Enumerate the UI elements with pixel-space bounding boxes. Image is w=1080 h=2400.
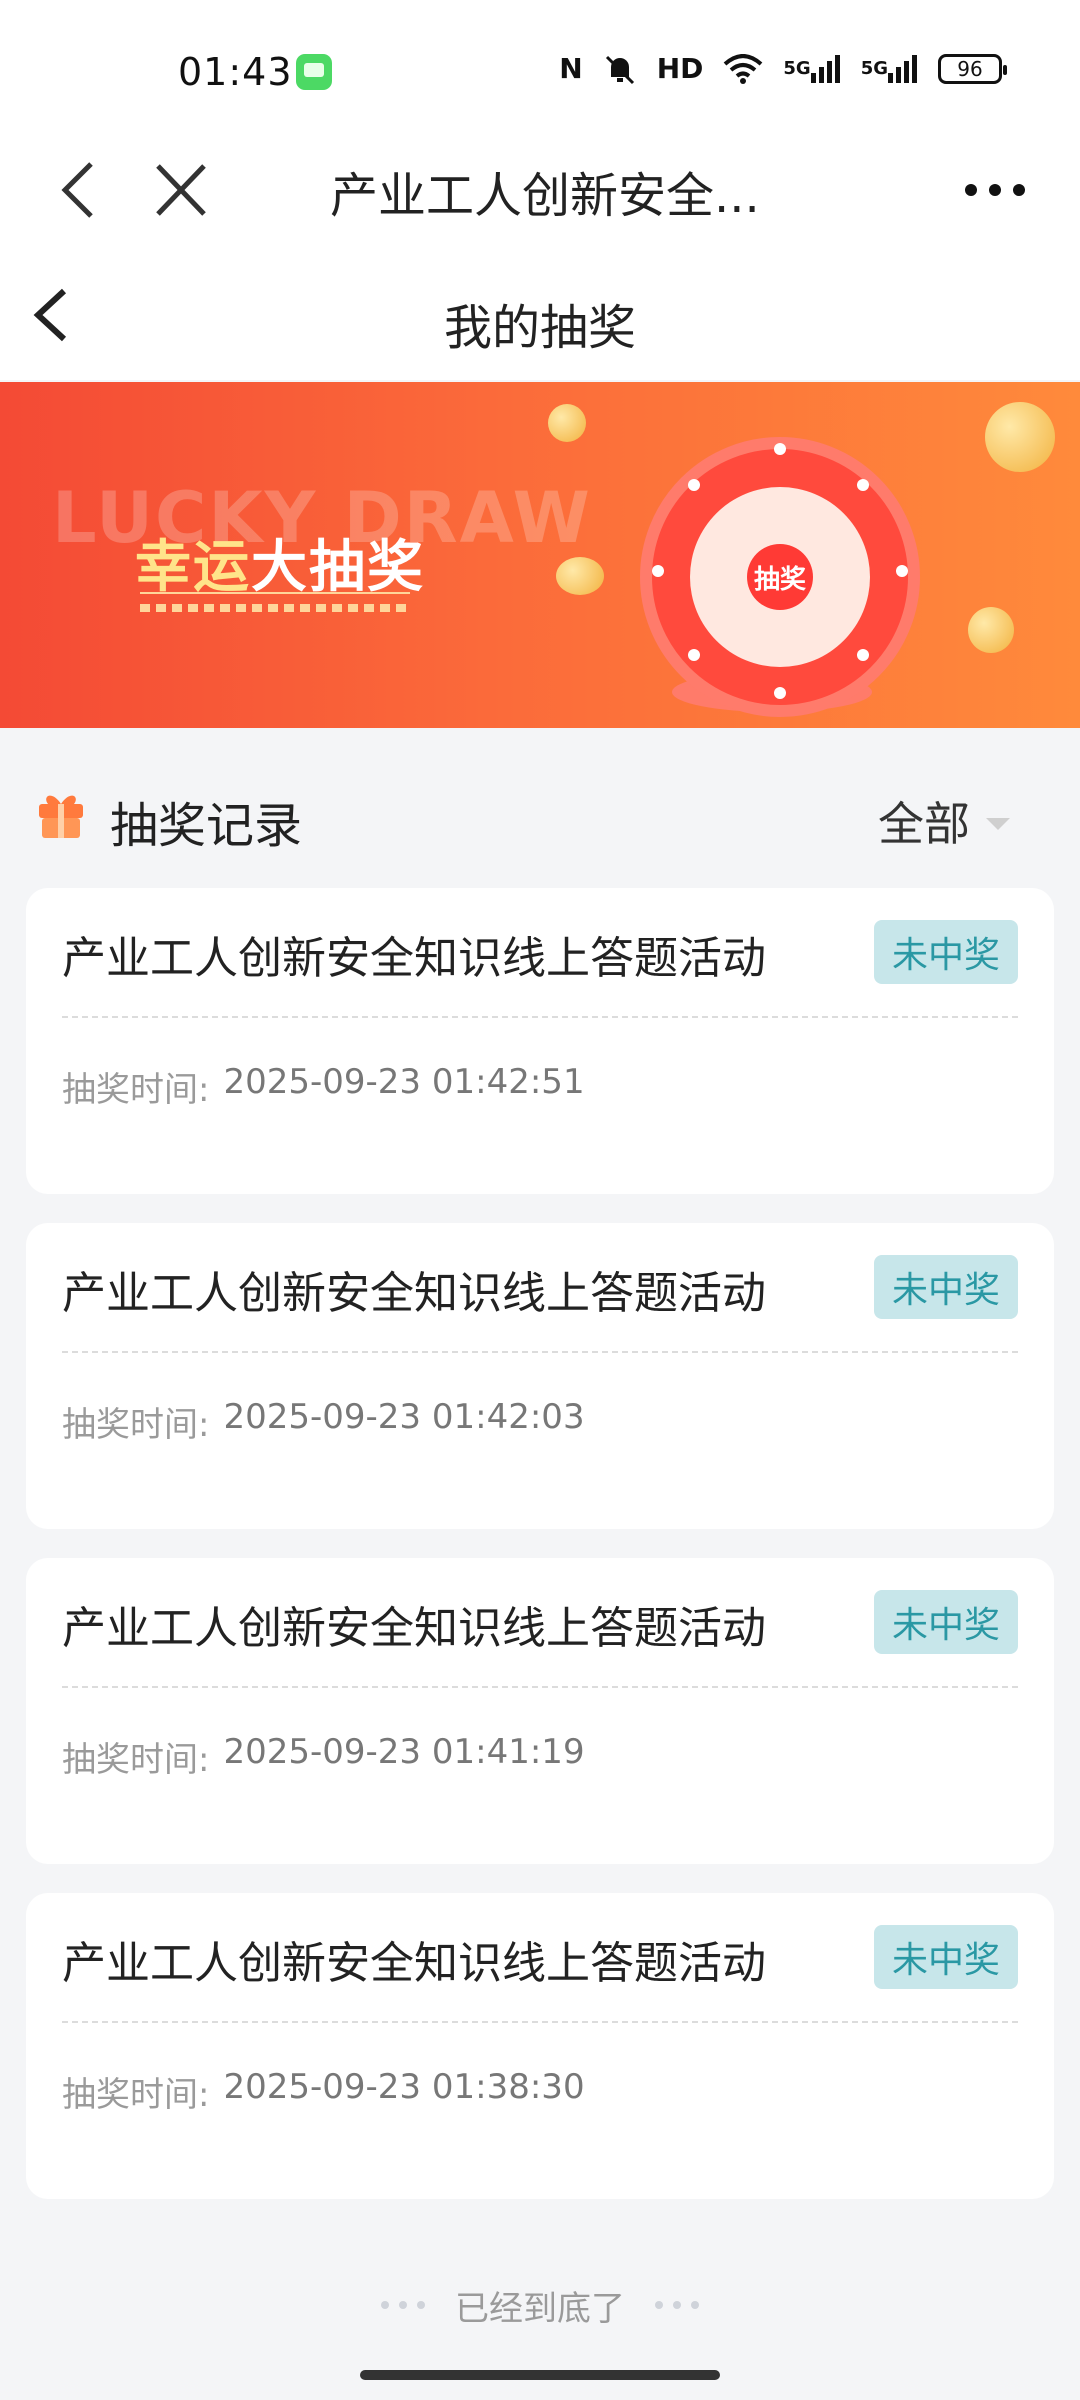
record-time-label: 抽奖时间: <box>62 2075 210 2115</box>
page-title: 我的抽奖 <box>443 300 636 356</box>
status-indicators: N HD 5G 5G 96 <box>559 52 1007 85</box>
home-indicator[interactable] <box>360 2370 720 2380</box>
banner-dashes <box>140 604 410 612</box>
filter-selected: 全部 <box>878 797 970 851</box>
more-dot <box>965 184 977 196</box>
records-title: 抽奖记录 <box>110 798 303 854</box>
status-badge: 未中奖 <box>874 1590 1018 1654</box>
record-card[interactable]: 产业工人创新安全知识线上答题活动 未中奖 抽奖时间: 2025-09-23 01… <box>26 1558 1054 1864</box>
wheel-bulb <box>774 687 786 699</box>
coin-icon <box>548 404 586 442</box>
card-divider <box>62 2021 1018 2023</box>
page: 01:43 N HD 5G 5G 96 产业工人创新安全... 我的抽奖 LUC… <box>0 0 1080 2400</box>
wheel-bulb <box>774 443 786 455</box>
signal-5g-icon: 5G <box>783 54 840 83</box>
close-icon[interactable] <box>152 160 210 220</box>
browser-title: 产业工人创新安全... <box>330 168 760 224</box>
gift-icon <box>36 788 86 840</box>
record-time: 2025-09-23 01:41:19 <box>223 1732 585 1772</box>
record-title: 产业工人创新安全知识线上答题活动 <box>62 1268 766 1319</box>
card-divider <box>62 1351 1018 1353</box>
record-time-row: 抽奖时间: 2025-09-23 01:38:30 <box>62 2067 585 2116</box>
wheel-bulb <box>857 649 869 661</box>
record-time: 2025-09-23 01:42:51 <box>223 1062 585 1102</box>
record-time-label: 抽奖时间: <box>62 1405 210 1445</box>
footer-dots-right <box>655 2301 699 2309</box>
hd-icon: HD <box>656 52 704 85</box>
mute-icon <box>603 53 637 85</box>
banner-title-part2: 大抽奖 <box>251 535 425 600</box>
signal-label: 5G <box>783 58 811 79</box>
more-dot <box>1013 184 1025 196</box>
record-time-label: 抽奖时间: <box>62 1740 210 1780</box>
prize-wheel: 抽奖 <box>640 437 920 717</box>
record-time: 2025-09-23 01:42:03 <box>223 1397 585 1437</box>
filter-dropdown[interactable]: 全部 <box>878 788 1010 854</box>
end-of-list-text: 已经到底了 <box>455 2288 625 2329</box>
page-header: 我的抽奖 <box>0 250 1080 380</box>
chevron-down-icon <box>986 818 1010 830</box>
more-icon[interactable] <box>965 160 1025 220</box>
more-dot <box>989 184 1001 196</box>
wheel-bulb <box>688 479 700 491</box>
record-time-label: 抽奖时间: <box>62 1070 210 1110</box>
record-card[interactable]: 产业工人创新安全知识线上答题活动 未中奖 抽奖时间: 2025-09-23 01… <box>26 888 1054 1194</box>
record-time-row: 抽奖时间: 2025-09-23 01:42:51 <box>62 1062 585 1111</box>
record-time: 2025-09-23 01:38:30 <box>223 2067 585 2107</box>
status-bar: 01:43 N HD 5G 5G 96 <box>0 0 1080 130</box>
banner-title: 幸运大抽奖 <box>135 522 425 603</box>
status-time: 01:43 <box>178 50 293 94</box>
back-icon[interactable] <box>55 160 105 220</box>
record-title: 产业工人创新安全知识线上答题活动 <box>62 933 766 984</box>
wheel-bulb <box>652 565 664 577</box>
browser-nav-bar: 产业工人创新安全... <box>0 130 1080 250</box>
coin-icon <box>985 402 1055 472</box>
record-title: 产业工人创新安全知识线上答题活动 <box>62 1938 766 1989</box>
coin-icon <box>968 607 1014 653</box>
record-time-row: 抽奖时间: 2025-09-23 01:41:19 <box>62 1732 585 1781</box>
wheel-face: 抽奖 <box>690 487 870 667</box>
signal-5g-icon-2: 5G <box>860 54 918 83</box>
wheel-bulb <box>857 479 869 491</box>
status-badge: 未中奖 <box>874 1255 1018 1319</box>
list-end-footer: 已经到底了 <box>0 2280 1080 2330</box>
nfc-icon: N <box>559 52 583 85</box>
coin-icon <box>556 557 604 595</box>
wheel-bulb <box>688 649 700 661</box>
battery-icon: 96 <box>938 53 1007 84</box>
wifi-icon <box>723 53 763 84</box>
records-header: 抽奖记录 全部 <box>0 760 1080 860</box>
footer-dots-left <box>381 2301 425 2309</box>
message-icon <box>296 54 332 90</box>
lucky-draw-banner: LUCKY DRAW 幸运大抽奖 抽奖 <box>0 382 1080 728</box>
card-divider <box>62 1016 1018 1018</box>
wheel-center-button: 抽奖 <box>747 544 813 610</box>
record-time-row: 抽奖时间: 2025-09-23 01:42:03 <box>62 1397 585 1446</box>
status-badge: 未中奖 <box>874 920 1018 984</box>
signal-label: 5G <box>860 58 888 79</box>
status-badge: 未中奖 <box>874 1925 1018 1989</box>
banner-title-part1: 幸运 <box>135 535 251 600</box>
record-card[interactable]: 产业工人创新安全知识线上答题活动 未中奖 抽奖时间: 2025-09-23 01… <box>26 1893 1054 2199</box>
record-title: 产业工人创新安全知识线上答题活动 <box>62 1603 766 1654</box>
wheel-bulb <box>896 565 908 577</box>
card-divider <box>62 1686 1018 1688</box>
banner-underline <box>140 592 410 594</box>
record-card[interactable]: 产业工人创新安全知识线上答题活动 未中奖 抽奖时间: 2025-09-23 01… <box>26 1223 1054 1529</box>
